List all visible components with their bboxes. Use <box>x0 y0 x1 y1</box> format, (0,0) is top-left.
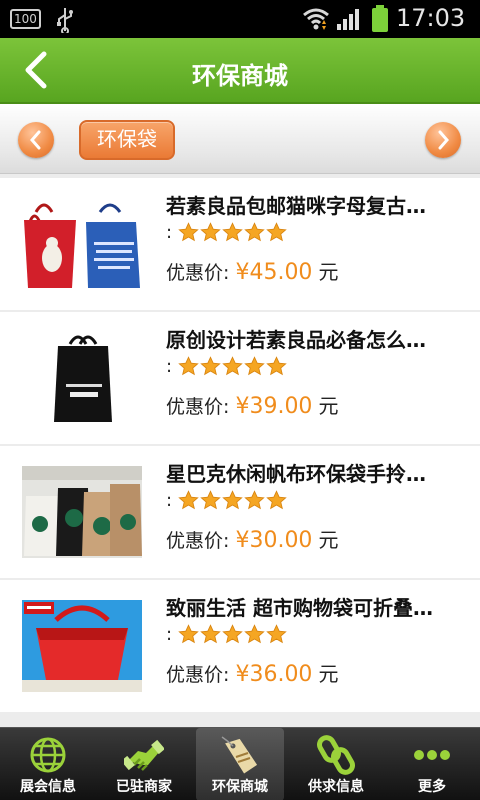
product-name[interactable]: 若素良品包邮猫咪字母复古… <box>166 190 466 219</box>
product-name[interactable]: 致丽生活 超市购物袋可折叠… <box>166 592 466 621</box>
star-icon <box>222 356 243 376</box>
star-rating <box>178 624 288 649</box>
price-label: 优惠价: <box>166 664 230 686</box>
price-unit: 元 <box>318 662 339 686</box>
star-icon <box>244 490 265 510</box>
rating-prefix: : <box>166 222 173 243</box>
product-image-tote-bags-cat <box>22 198 142 290</box>
category-bar: 环保袋 <box>0 104 480 174</box>
battery-icon <box>372 5 388 32</box>
product-item[interactable]: 若素良品包邮猫咪字母复古… : 优惠价: ¥45.00 元 <box>0 178 480 310</box>
globe-icon <box>30 737 66 773</box>
product-image-black-tote <box>22 332 142 424</box>
price-value: ¥30.00 <box>235 528 313 553</box>
product-item[interactable]: 星巴克休闲帆布环保袋手拎… : 优惠价: ¥30.00 元 <box>0 446 480 578</box>
rating-prefix: : <box>166 490 173 511</box>
price-value: ¥45.00 <box>235 260 313 285</box>
price-label: 优惠价: <box>166 396 230 418</box>
more-dots-icon <box>414 750 450 760</box>
price-value: ¥36.00 <box>235 662 313 687</box>
star-rating <box>178 490 288 515</box>
prev-category-button[interactable] <box>18 122 54 158</box>
star-icon <box>244 624 265 644</box>
usb-icon <box>57 8 73 33</box>
rating-prefix: : <box>166 356 173 377</box>
tab-label: 环保商城 <box>212 779 268 795</box>
product-image-canvas-bags <box>22 466 142 558</box>
price-row: 优惠价: ¥36.00 元 <box>166 658 338 687</box>
star-icon <box>178 222 199 242</box>
price-label: 优惠价: <box>166 530 230 552</box>
clock: 17:03 <box>396 4 466 32</box>
category-chip[interactable]: 环保袋 <box>79 120 175 160</box>
star-icon <box>244 222 265 242</box>
star-icon <box>266 490 287 510</box>
price-value: ¥39.00 <box>235 394 313 419</box>
handshake-icon <box>124 739 164 771</box>
sale-tag-icon <box>221 736 258 774</box>
tab-label: 展会信息 <box>20 779 76 795</box>
tab-supply-demand[interactable]: 供求信息 <box>288 728 384 800</box>
battery-percent-indicator: 100 <box>10 9 41 29</box>
tab-merchants[interactable]: 已驻商家 <box>96 728 192 800</box>
chain-link-icon <box>317 735 355 775</box>
product-item[interactable]: 致丽生活 超市购物袋可折叠… : 优惠价: ¥36.00 元 <box>0 580 480 712</box>
tab-exhibition-info[interactable]: 展会信息 <box>0 728 96 800</box>
status-bar: 100 17:03 <box>0 0 480 38</box>
tab-more[interactable]: 更多 <box>384 728 480 800</box>
tab-label: 已驻商家 <box>116 779 172 795</box>
price-row: 优惠价: ¥45.00 元 <box>166 256 338 285</box>
price-row: 优惠价: ¥39.00 元 <box>166 390 338 419</box>
signal-strength-icon <box>337 9 359 30</box>
price-label: 优惠价: <box>166 262 230 284</box>
star-icon <box>244 356 265 376</box>
title-bar: 环保商城 <box>0 38 480 104</box>
bottom-tab-bar: 展会信息 已驻商家 环保商城 供求信息 更多 <box>0 727 480 800</box>
star-icon <box>266 624 287 644</box>
star-rating <box>178 356 288 381</box>
star-icon <box>222 222 243 242</box>
page-title: 环保商城 <box>192 62 288 90</box>
star-icon <box>266 356 287 376</box>
price-unit: 元 <box>318 394 339 418</box>
price-row: 优惠价: ¥30.00 元 <box>166 524 338 553</box>
rating-prefix: : <box>166 624 173 645</box>
product-name[interactable]: 原创设计若素良品必备怎么… <box>166 324 466 353</box>
tab-label: 更多 <box>418 779 446 795</box>
product-name[interactable]: 星巴克休闲帆布环保袋手拎… <box>166 458 466 487</box>
product-item[interactable]: 原创设计若素良品必备怎么… : 优惠价: ¥39.00 元 <box>0 312 480 444</box>
chevron-right-icon <box>438 130 449 150</box>
price-unit: 元 <box>318 260 339 284</box>
tab-label: 供求信息 <box>308 779 364 795</box>
star-icon <box>222 624 243 644</box>
next-category-button[interactable] <box>425 122 461 158</box>
star-icon <box>200 222 221 242</box>
star-icon <box>200 490 221 510</box>
star-icon <box>222 490 243 510</box>
star-icon <box>178 490 199 510</box>
chevron-left-icon <box>30 130 41 150</box>
star-icon <box>200 624 221 644</box>
star-icon <box>178 624 199 644</box>
product-image-red-shopping-bag <box>22 600 142 692</box>
price-unit: 元 <box>318 528 339 552</box>
star-icon <box>200 356 221 376</box>
star-icon <box>178 356 199 376</box>
tab-eco-mall[interactable]: 环保商城 <box>196 728 284 800</box>
wifi-icon <box>303 8 329 30</box>
star-rating <box>178 222 288 247</box>
star-icon <box>266 222 287 242</box>
